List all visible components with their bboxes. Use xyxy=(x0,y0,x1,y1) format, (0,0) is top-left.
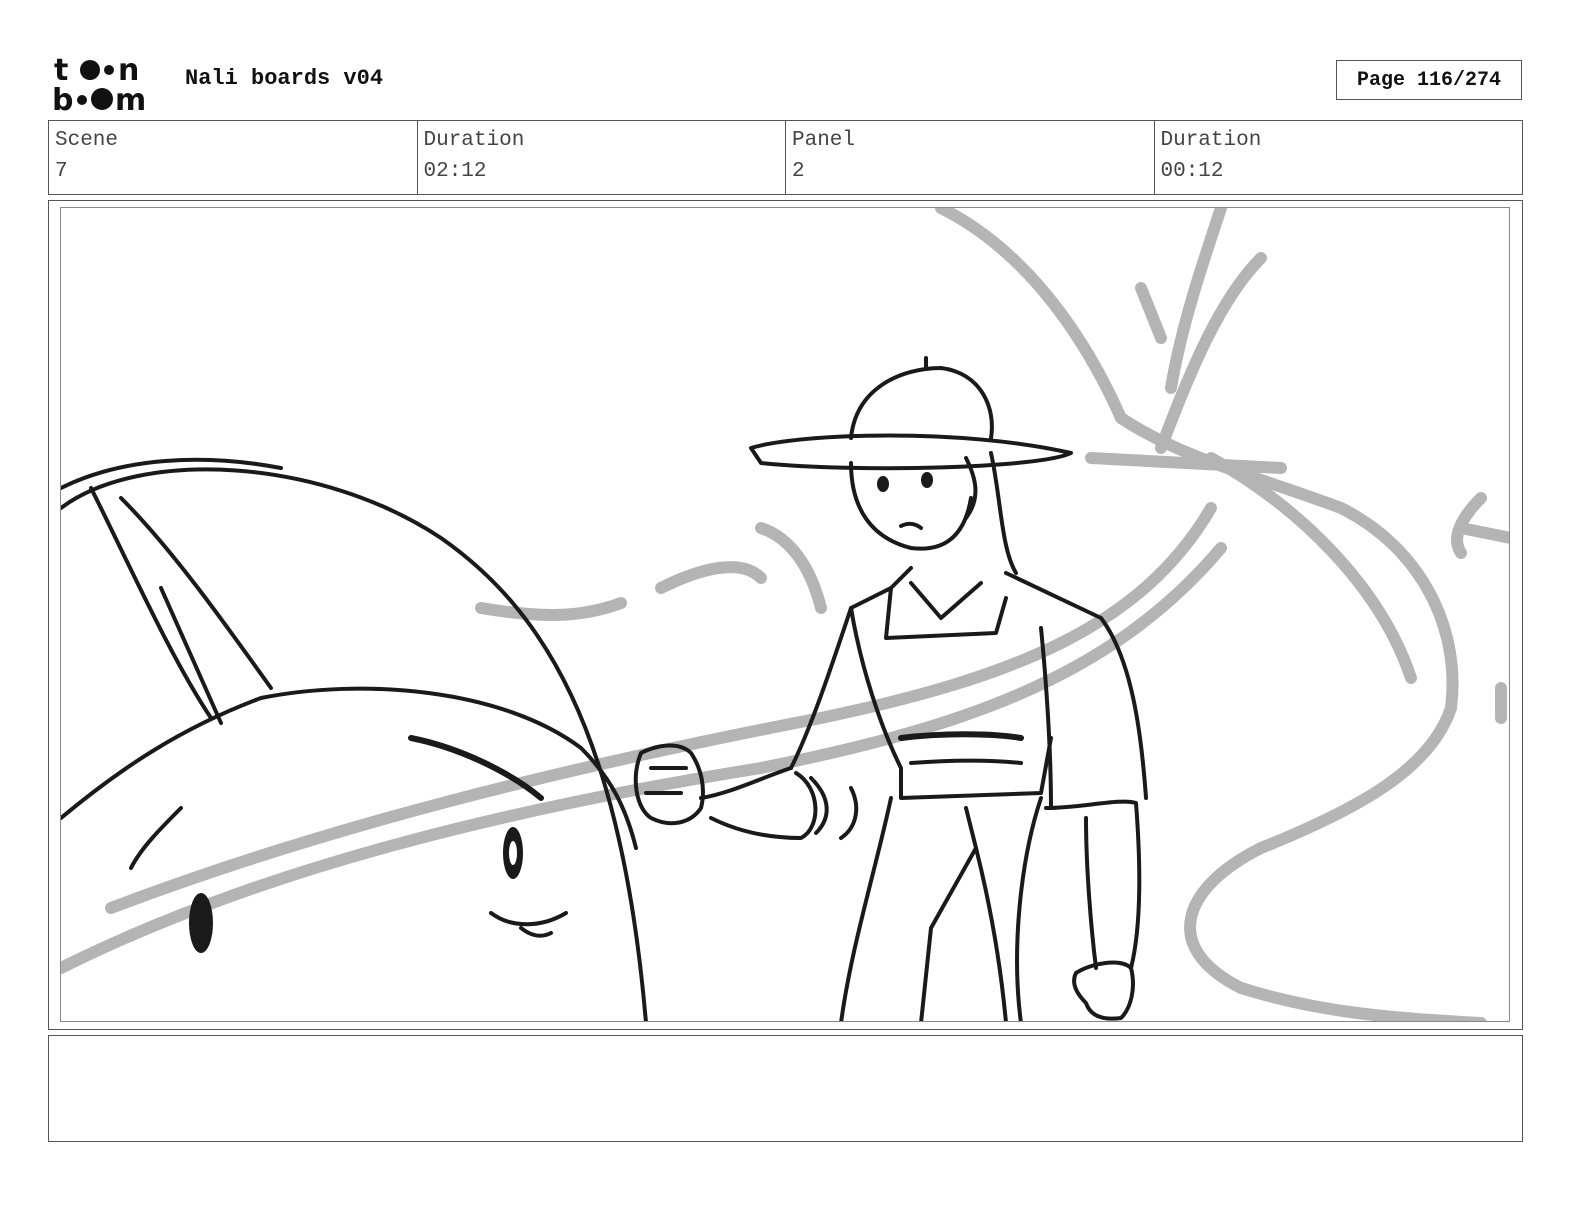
scene-label: Scene xyxy=(55,129,119,152)
panel-value: 2 xyxy=(792,160,805,183)
panel-frame xyxy=(60,207,1510,1022)
panel-cell: Panel 2 xyxy=(785,121,1154,194)
page-indicator: Page 116/274 xyxy=(1336,60,1522,100)
panel-duration-cell: Duration 00:12 xyxy=(1153,121,1523,194)
toon-boom-logo-icon: t n b m xyxy=(52,53,146,118)
panel-duration-value: 00:12 xyxy=(1160,160,1224,183)
scene-duration-cell: Duration 02:12 xyxy=(416,121,786,194)
storyboard-sketch-image xyxy=(61,208,1509,1021)
scene-cell: Scene 7 xyxy=(49,121,417,194)
panel-duration-label: Duration xyxy=(1160,129,1262,152)
panel-notes-box xyxy=(48,1035,1523,1142)
svg-text:b: b xyxy=(52,83,73,114)
document-title: Nali boards v04 xyxy=(185,66,384,91)
scene-duration-value: 02:12 xyxy=(423,160,487,183)
storyboard-panel xyxy=(48,200,1523,1030)
panel-label: Panel xyxy=(792,129,856,152)
creature-eye-left xyxy=(189,893,213,953)
scene-duration-label: Duration xyxy=(423,129,525,152)
toon-boom-logo: t n b m xyxy=(52,52,164,118)
creature-sketch xyxy=(61,457,648,1021)
svg-text:m: m xyxy=(115,83,146,114)
scene-info-row: Scene 7 Duration 02:12 Panel 2 Duration … xyxy=(48,120,1523,195)
ranger-sketch xyxy=(633,356,1148,1021)
scene-value: 7 xyxy=(55,160,68,183)
background-sketch xyxy=(61,208,1509,1021)
